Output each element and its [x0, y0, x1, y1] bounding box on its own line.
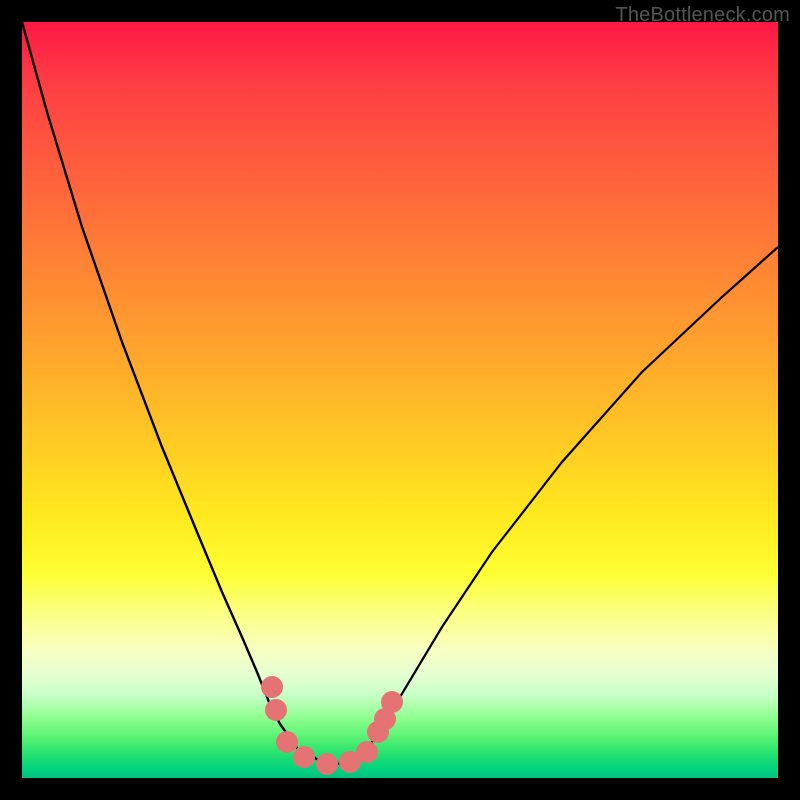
series-right-curve: [337, 247, 778, 764]
chart-frame: TheBottleneck.com: [0, 0, 800, 800]
marker-dot: [265, 699, 287, 721]
marker-dot: [261, 676, 283, 698]
marker-dot: [381, 691, 403, 713]
series-left-curve: [22, 22, 337, 764]
chart-svg: [22, 22, 778, 778]
marker-dot: [316, 753, 338, 775]
marker-dot: [356, 741, 378, 763]
marker-dot: [293, 746, 315, 768]
right-curve-path: [337, 247, 778, 764]
left-curve-path: [22, 22, 337, 764]
marker-dot: [276, 731, 298, 753]
plot-area: [22, 22, 778, 778]
watermark-text: TheBottleneck.com: [615, 4, 790, 27]
